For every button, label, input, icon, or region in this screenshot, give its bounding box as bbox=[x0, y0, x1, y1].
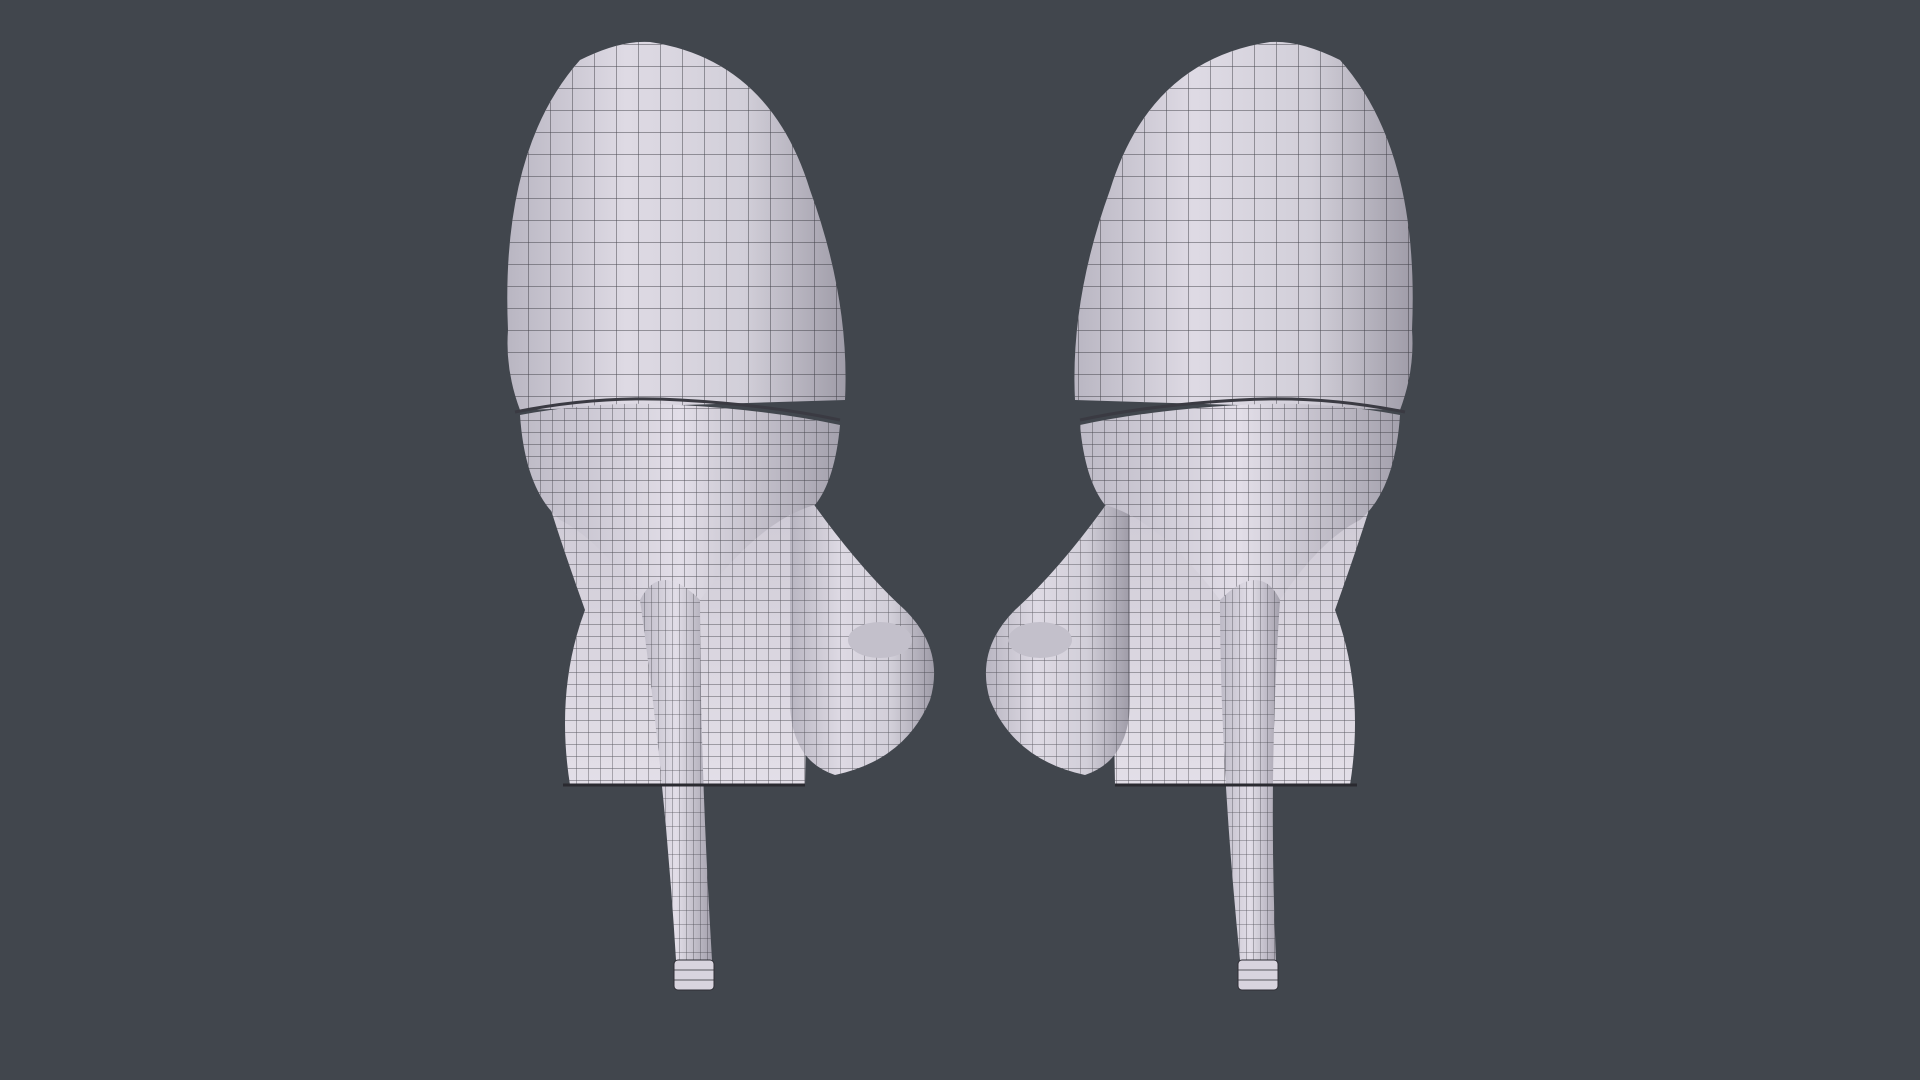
right-shoe-upper bbox=[1074, 41, 1413, 411]
right-shoe[interactable] bbox=[985, 41, 1413, 991]
3d-viewport[interactable] bbox=[0, 0, 1920, 1080]
left-shoe-upper bbox=[507, 41, 846, 411]
right-shoe-toe-curl bbox=[985, 470, 1130, 775]
left-shoe-toe-curl bbox=[790, 470, 935, 775]
left-shoe[interactable] bbox=[507, 41, 935, 991]
viewport-canvas bbox=[507, 41, 1413, 991]
